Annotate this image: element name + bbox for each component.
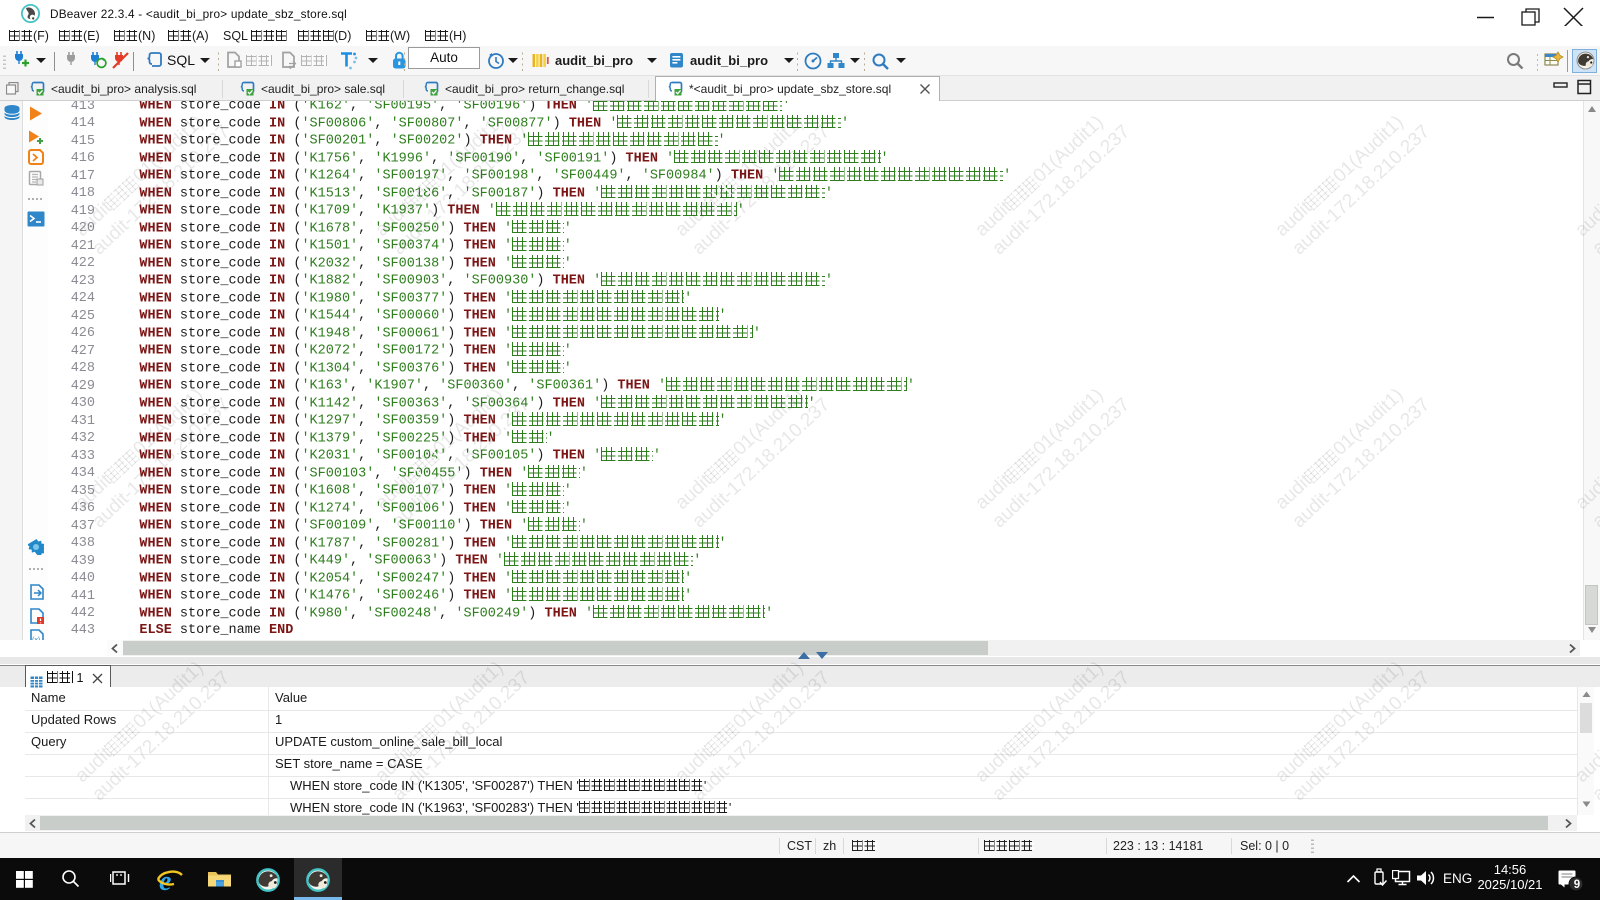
svg-text:9: 9 xyxy=(1574,879,1580,891)
svg-text:e: e xyxy=(159,866,171,892)
